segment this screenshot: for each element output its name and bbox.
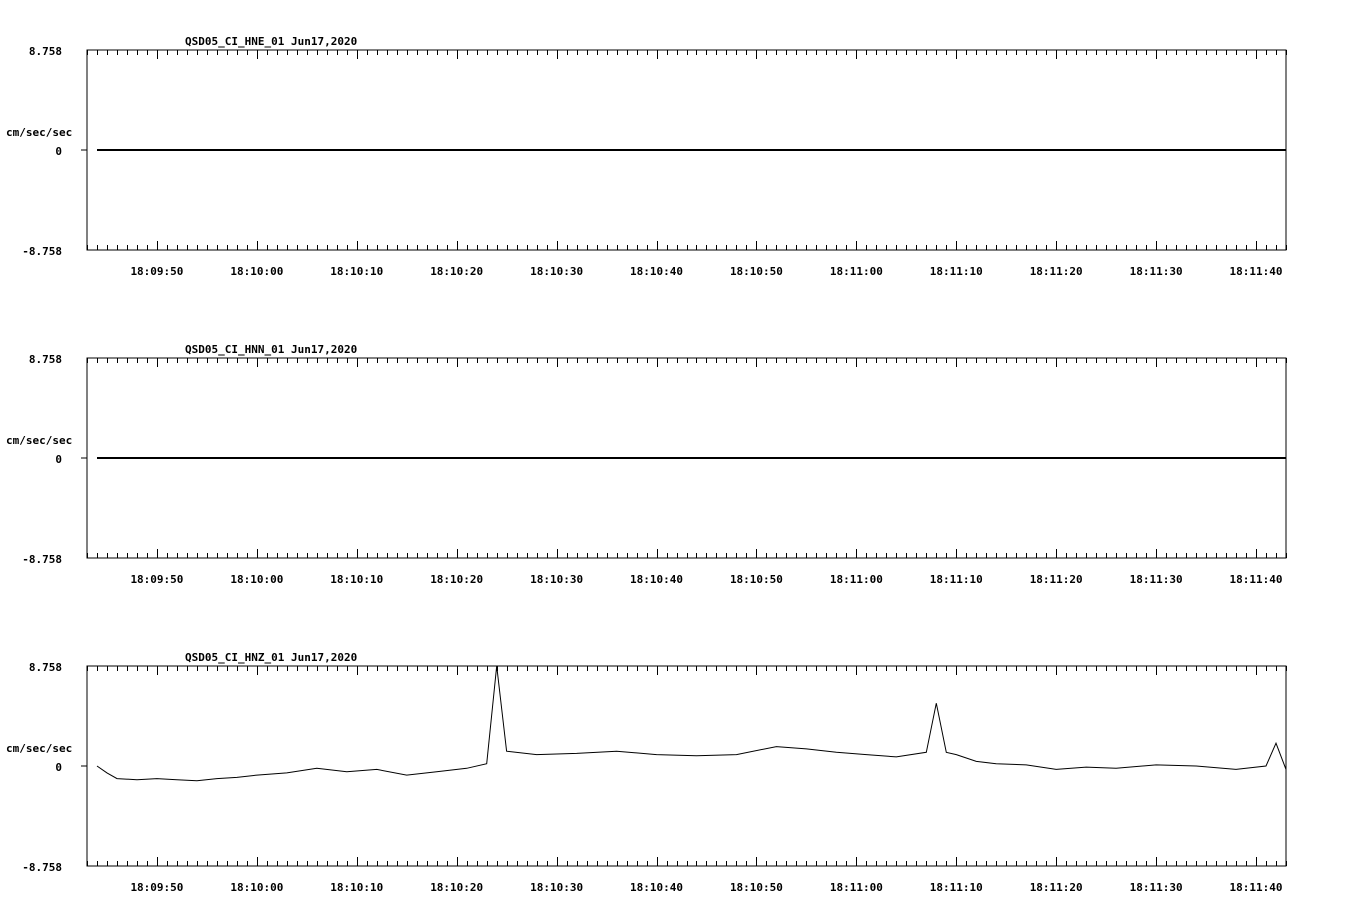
x-tick-label: 18:11:10 xyxy=(930,881,983,894)
x-tick-label: 18:10:10 xyxy=(330,881,383,894)
x-tick-label: 18:10:40 xyxy=(630,265,683,278)
plot-hnn: QSD05_CI_HNN_01 Jun17,2020 cm/sec/sec 8.… xyxy=(6,343,1287,586)
x-tick-labels: 18:09:50 18:10:00 18:10:10 18:10:20 18:10:30… xyxy=(130,265,1282,278)
y-tick-label-max: 8.758 xyxy=(29,661,62,674)
x-tick-label: 18:10:20 xyxy=(430,573,483,586)
x-tick-label: 18:11:00 xyxy=(830,881,883,894)
x-tick-label: 18:10:00 xyxy=(230,265,283,278)
x-tick-label: 18:09:50 xyxy=(130,265,183,278)
seismogram-plots: QSD05_CI_HNE_01 Jun17,2020 cm/sec/sec 8.… xyxy=(6,35,1287,894)
y-tick-label-min: -8.758 xyxy=(22,553,62,566)
x-tick-label: 18:10:50 xyxy=(730,573,783,586)
y-axis-label: cm/sec/sec xyxy=(6,126,72,139)
x-tick-label: 18:11:10 xyxy=(930,573,983,586)
y-tick-label-max: 8.758 xyxy=(29,353,62,366)
x-tick-label: 18:11:20 xyxy=(1030,573,1083,586)
y-tick-label-zero: 0 xyxy=(55,453,62,466)
x-tick-label: 18:09:50 xyxy=(130,573,183,586)
y-tick-label-max: 8.758 xyxy=(29,45,62,58)
x-tick-label: 18:11:30 xyxy=(1130,573,1183,586)
x-tick-label: 18:11:20 xyxy=(1030,881,1083,894)
x-tick-label: 18:10:00 xyxy=(230,881,283,894)
x-tick-label: 18:10:40 xyxy=(630,881,683,894)
plot-hne: QSD05_CI_HNE_01 Jun17,2020 cm/sec/sec 8.… xyxy=(6,35,1287,278)
y-tick-label-min: -8.758 xyxy=(22,245,62,258)
plot-hnz: QSD05_CI_HNZ_01 Jun17,2020 cm/sec/sec 8.… xyxy=(6,651,1287,894)
plot-title: QSD05_CI_HNN_01 Jun17,2020 xyxy=(185,343,357,356)
y-tick-label-zero: 0 xyxy=(55,145,62,158)
x-tick-label: 18:11:10 xyxy=(930,265,983,278)
x-tick-label: 18:09:50 xyxy=(130,881,183,894)
x-tick-label: 18:11:00 xyxy=(830,265,883,278)
x-tick-label: 18:11:40 xyxy=(1230,573,1283,586)
x-tick-label: 18:11:30 xyxy=(1130,881,1183,894)
x-tick-label: 18:10:10 xyxy=(330,265,383,278)
x-tick-label: 18:10:50 xyxy=(730,265,783,278)
x-tick-label: 18:11:00 xyxy=(830,573,883,586)
x-tick-label: 18:11:20 xyxy=(1030,265,1083,278)
x-tick-label: 18:10:30 xyxy=(530,265,583,278)
x-ticks xyxy=(81,666,1287,866)
x-tick-label: 18:11:40 xyxy=(1230,881,1283,894)
x-tick-label: 18:11:40 xyxy=(1230,265,1283,278)
plot-title: QSD05_CI_HNE_01 Jun17,2020 xyxy=(185,35,357,48)
plot-frame xyxy=(86,665,1287,867)
x-tick-label: 18:10:30 xyxy=(530,881,583,894)
y-tick-label-zero: 0 xyxy=(55,761,62,774)
x-tick-label: 18:10:20 xyxy=(430,265,483,278)
x-tick-label: 18:11:30 xyxy=(1130,265,1183,278)
x-tick-label: 18:10:40 xyxy=(630,573,683,586)
x-tick-label: 18:10:00 xyxy=(230,573,283,586)
y-tick-label-min: -8.758 xyxy=(22,861,62,874)
x-tick-label: 18:10:30 xyxy=(530,573,583,586)
y-axis-label: cm/sec/sec xyxy=(6,742,72,755)
x-tick-label: 18:10:10 xyxy=(330,573,383,586)
x-tick-label: 18:10:20 xyxy=(430,881,483,894)
waveform-trace xyxy=(96,665,1287,782)
x-tick-label: 18:10:50 xyxy=(730,881,783,894)
x-tick-labels: 18:09:50 18:10:00 18:10:10 18:10:20 18:10:30… xyxy=(130,573,1282,586)
plot-title: QSD05_CI_HNZ_01 Jun17,2020 xyxy=(185,651,357,664)
y-axis-label: cm/sec/sec xyxy=(6,434,72,447)
x-tick-labels: 18:09:50 18:10:00 18:10:10 18:10:20 18:10:30… xyxy=(130,881,1282,894)
